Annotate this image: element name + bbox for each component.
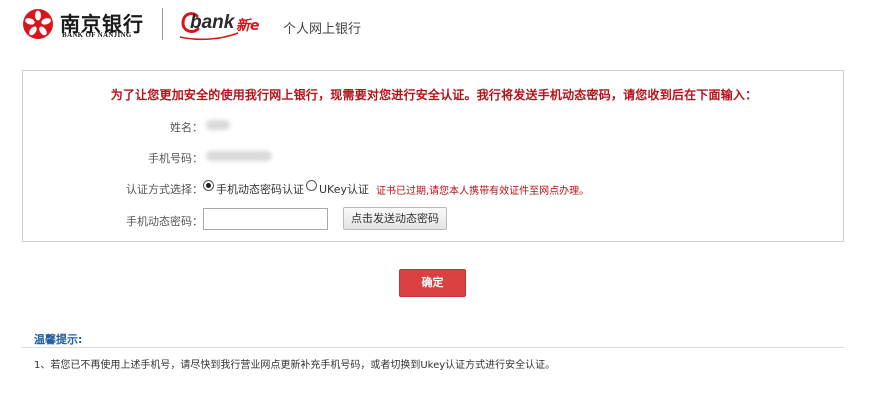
name-value-redacted bbox=[206, 120, 230, 130]
auth-option-sms-radio[interactable] bbox=[203, 180, 214, 191]
ebank-swoosh-icon bbox=[179, 32, 239, 41]
page-header: 南京银行 BANK OF NANJING bank 新e 个人网上银行 bbox=[0, 0, 875, 52]
auth-method-label: 认证方式选择： bbox=[126, 183, 203, 196]
confirm-button[interactable]: 确定 bbox=[399, 269, 466, 297]
auth-option-ukey-label[interactable]: UKey认证 bbox=[319, 181, 369, 197]
logo-divider bbox=[162, 8, 163, 40]
tips-item: 1、若您已不再使用上述手机号，请尽快到我行营业网点更新补充手机号码，或者切换到U… bbox=[34, 360, 556, 371]
security-notice: 为了让您更加安全的使用我行网上银行，现需要对您进行安全认证。我行将发送手机动态密… bbox=[110, 88, 758, 102]
name-label: 姓名： bbox=[170, 121, 203, 134]
tips-divider bbox=[22, 347, 844, 348]
send-otp-button[interactable]: 点击发送动态密码 bbox=[343, 207, 447, 230]
otp-input[interactable] bbox=[203, 208, 328, 230]
tips-title: 温馨提示: bbox=[34, 333, 83, 346]
bank-of-nanjing-emblem-icon bbox=[23, 9, 53, 39]
bank-name-en: BANK OF NANJING bbox=[62, 31, 132, 39]
cert-expired-warning: 证书已过期,请您本人携带有效证件至网点办理。 bbox=[376, 186, 590, 197]
page-title: 个人网上银行 bbox=[283, 22, 362, 37]
phone-value-redacted bbox=[206, 151, 272, 161]
otp-label: 手机动态密码： bbox=[126, 215, 203, 228]
phone-label: 手机号码： bbox=[148, 152, 203, 165]
auth-option-sms-label[interactable]: 手机动态密码认证 bbox=[216, 181, 304, 197]
auth-option-ukey-radio[interactable] bbox=[306, 180, 317, 191]
security-auth-panel: 为了让您更加安全的使用我行网上银行，现需要对您进行安全认证。我行将发送手机动态密… bbox=[22, 70, 844, 242]
